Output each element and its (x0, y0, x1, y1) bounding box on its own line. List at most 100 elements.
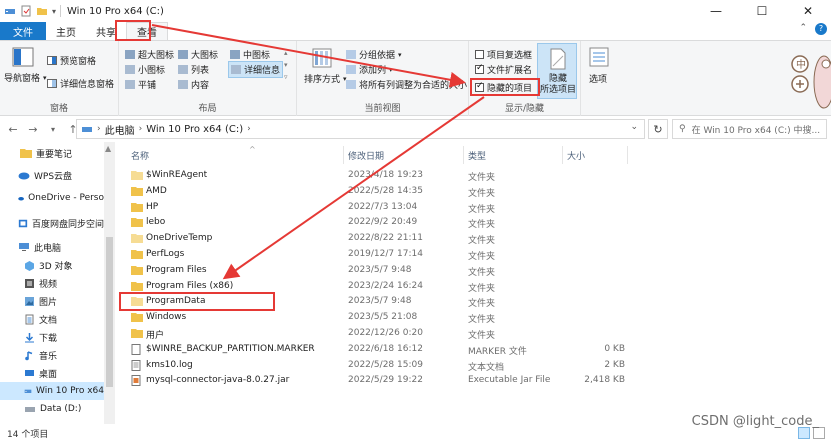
layout-extra-large-icons[interactable]: 超大图标 (125, 48, 174, 61)
navigation-pane-button[interactable]: 导航窗格 ▾ (4, 71, 47, 85)
add-columns-button[interactable]: 添加列 ▾ (346, 63, 393, 76)
layout-small-icons[interactable]: 小图标 (125, 63, 165, 76)
column-divider[interactable] (627, 146, 628, 164)
file-extensions-checkbox[interactable] (475, 63, 484, 74)
address-bar[interactable]: › 此电脑 › Win 10 Pro x64 (C:) › ⌄ (76, 119, 645, 139)
file-date: 2023/4/18 19:23 (348, 170, 423, 180)
table-row[interactable]: 用户 2022/12/26 0:20 文件夹 (115, 326, 831, 342)
table-row[interactable]: kms10.log 2022/5/28 15:09 文本文档 2 KB (115, 358, 831, 374)
navigation-scrollbar[interactable]: ▲ (104, 142, 115, 424)
navigation-pane-icon[interactable] (12, 47, 34, 67)
group-by-button[interactable]: 分组依据 ▾ (346, 48, 402, 61)
scrollbar-thumb[interactable] (106, 237, 113, 387)
search-input-placeholder[interactable]: 在 Win 10 Pro x64 (C:) 中搜... (692, 123, 821, 136)
file-type: 文件夹 (468, 331, 496, 341)
help-icon[interactable]: ? (815, 23, 827, 35)
nav-item-wps-cloud[interactable]: WPS云盘 (0, 166, 104, 184)
table-row[interactable]: HP 2022/7/3 13:04 文件夹 (115, 200, 831, 216)
nav-item-videos[interactable]: 视频 (0, 274, 104, 292)
nav-item-baidu[interactable]: 百度网盘同步空间 (0, 214, 104, 232)
fit-columns-button[interactable]: 将所有列调整为合适的大小 (346, 78, 467, 91)
nav-item-3d-objects[interactable]: 3D 对象 (0, 256, 104, 274)
layout-content[interactable]: 内容 (178, 78, 209, 91)
layout-details[interactable]: 详细信息 (228, 61, 284, 78)
table-row[interactable]: $WinREAgent 2023/4/18 19:23 文件夹 (115, 168, 831, 184)
text-file-icon (131, 359, 143, 371)
layout-large-icons[interactable]: 大图标 (178, 48, 218, 61)
nav-item-pictures[interactable]: 图片 (0, 292, 104, 310)
file-type: 文件夹 (468, 173, 496, 183)
ribbon-collapse-icon[interactable]: ⌃ (799, 23, 807, 35)
layout-list[interactable]: 列表 (178, 63, 209, 76)
window-controls: — ☐ ✕ (693, 0, 831, 22)
minimize-button[interactable]: — (693, 0, 739, 22)
maximize-button[interactable]: ☐ (739, 0, 785, 22)
breadcrumb-drive[interactable]: Win 10 Pro x64 (C:) (146, 124, 243, 135)
customize-qat-icon[interactable]: ▾ (52, 7, 56, 16)
new-folder-icon[interactable] (36, 5, 48, 17)
column-divider[interactable] (463, 146, 464, 164)
layout-label: 内容 (191, 81, 210, 91)
column-divider[interactable] (343, 146, 344, 164)
table-row[interactable]: AMD 2022/5/28 14:35 文件夹 (115, 184, 831, 200)
folder-icon (20, 149, 32, 158)
table-row[interactable]: OneDriveTemp 2022/8/22 21:11 文件夹 (115, 231, 831, 247)
table-row[interactable]: Program Files 2023/5/7 9:48 文件夹 (115, 263, 831, 279)
layout-scroll-arrows[interactable]: ▴ ▾ ▿ (284, 47, 288, 83)
nav-item-desktop[interactable]: 桌面 (0, 364, 104, 382)
file-extensions-toggle[interactable]: 文件扩展名 (475, 63, 532, 76)
drive-icon (5, 9, 15, 14)
file-type: MARKER 文件 (468, 346, 527, 357)
table-row[interactable]: $WINRE_BACKUP_PARTITION.MARKER 2022/6/18 … (115, 342, 831, 358)
preview-pane-button[interactable]: 预览窗格 (47, 54, 96, 67)
column-header-size[interactable]: 大小 (567, 146, 627, 164)
close-button[interactable]: ✕ (785, 0, 831, 22)
table-row[interactable]: mysql-connector-java-8.0.27.jar 2022/5/29… (115, 373, 831, 389)
sort-by-button[interactable]: 排序方式 ▾ (304, 72, 347, 86)
column-header-type[interactable]: 类型 (468, 146, 563, 164)
nav-item-c-drive[interactable]: Win 10 Pro x64 (0, 382, 104, 400)
current-view-group-label: 当前视图 (364, 104, 401, 114)
nav-item-onedrive[interactable]: OneDrive - Perso (0, 189, 104, 207)
nav-item-music[interactable]: 音乐 (0, 346, 104, 364)
nav-item-downloads[interactable]: 下载 (0, 328, 104, 346)
details-pane-button[interactable]: 详细信息窗格 (47, 77, 114, 90)
recent-dropdown-icon[interactable]: ▾ (46, 125, 60, 134)
column-header-name[interactable]: 名称 ^ (131, 145, 341, 164)
table-row[interactable]: PerfLogs 2019/12/7 17:14 文件夹 (115, 247, 831, 263)
chevron-right-icon[interactable]: › (139, 124, 143, 134)
layout-medium-icons[interactable]: 中图标 (230, 48, 270, 61)
table-row[interactable]: Windows 2023/5/5 21:08 文件夹 (115, 310, 831, 326)
hide-selected-button[interactable]: 隐藏 所选项目 (537, 43, 577, 99)
search-box[interactable]: ⚲ 在 Win 10 Pro x64 (C:) 中搜... (672, 119, 827, 139)
column-divider[interactable] (562, 146, 563, 164)
refresh-button[interactable]: ↻ (648, 119, 668, 139)
tab-home[interactable]: 主页 (46, 22, 86, 40)
sort-by-icon[interactable] (311, 47, 333, 69)
nav-item-documents[interactable]: 文档 (0, 310, 104, 328)
options-icon[interactable] (589, 47, 609, 67)
chevron-right-icon[interactable]: › (247, 124, 251, 134)
layout-tiles[interactable]: 平铺 (125, 78, 156, 91)
folder-icon (131, 281, 143, 292)
options-button[interactable]: 选项 (589, 72, 607, 85)
forward-arrow-icon[interactable]: → (26, 123, 40, 136)
item-checkboxes-checkbox[interactable] (475, 50, 484, 59)
scroll-up-icon[interactable]: ▲ (105, 144, 111, 153)
tab-file[interactable]: 文件 (0, 22, 46, 40)
address-history-dropdown-icon[interactable]: ⌄ (630, 122, 638, 132)
properties-icon[interactable] (20, 5, 32, 17)
tiles-icon (125, 80, 135, 89)
table-row[interactable]: lebo 2022/9/2 20:49 文件夹 (115, 215, 831, 231)
breadcrumb-this-pc[interactable]: 此电脑 (105, 122, 135, 137)
layout-label: 详细信息 (244, 66, 281, 76)
back-arrow-icon[interactable]: ← (6, 123, 20, 136)
chevron-right-icon[interactable]: › (97, 124, 101, 134)
drive-icon (82, 127, 92, 132)
nav-item-notes[interactable]: 重要笔记 (0, 144, 104, 162)
nav-item-d-drive[interactable]: Data (D:) (0, 400, 104, 418)
nav-item-this-pc[interactable]: 此电脑 (0, 238, 104, 256)
item-checkboxes-toggle[interactable]: 项目复选框 (475, 48, 532, 61)
file-name: lebo (146, 217, 166, 228)
column-header-date[interactable]: 修改日期 (348, 146, 463, 164)
